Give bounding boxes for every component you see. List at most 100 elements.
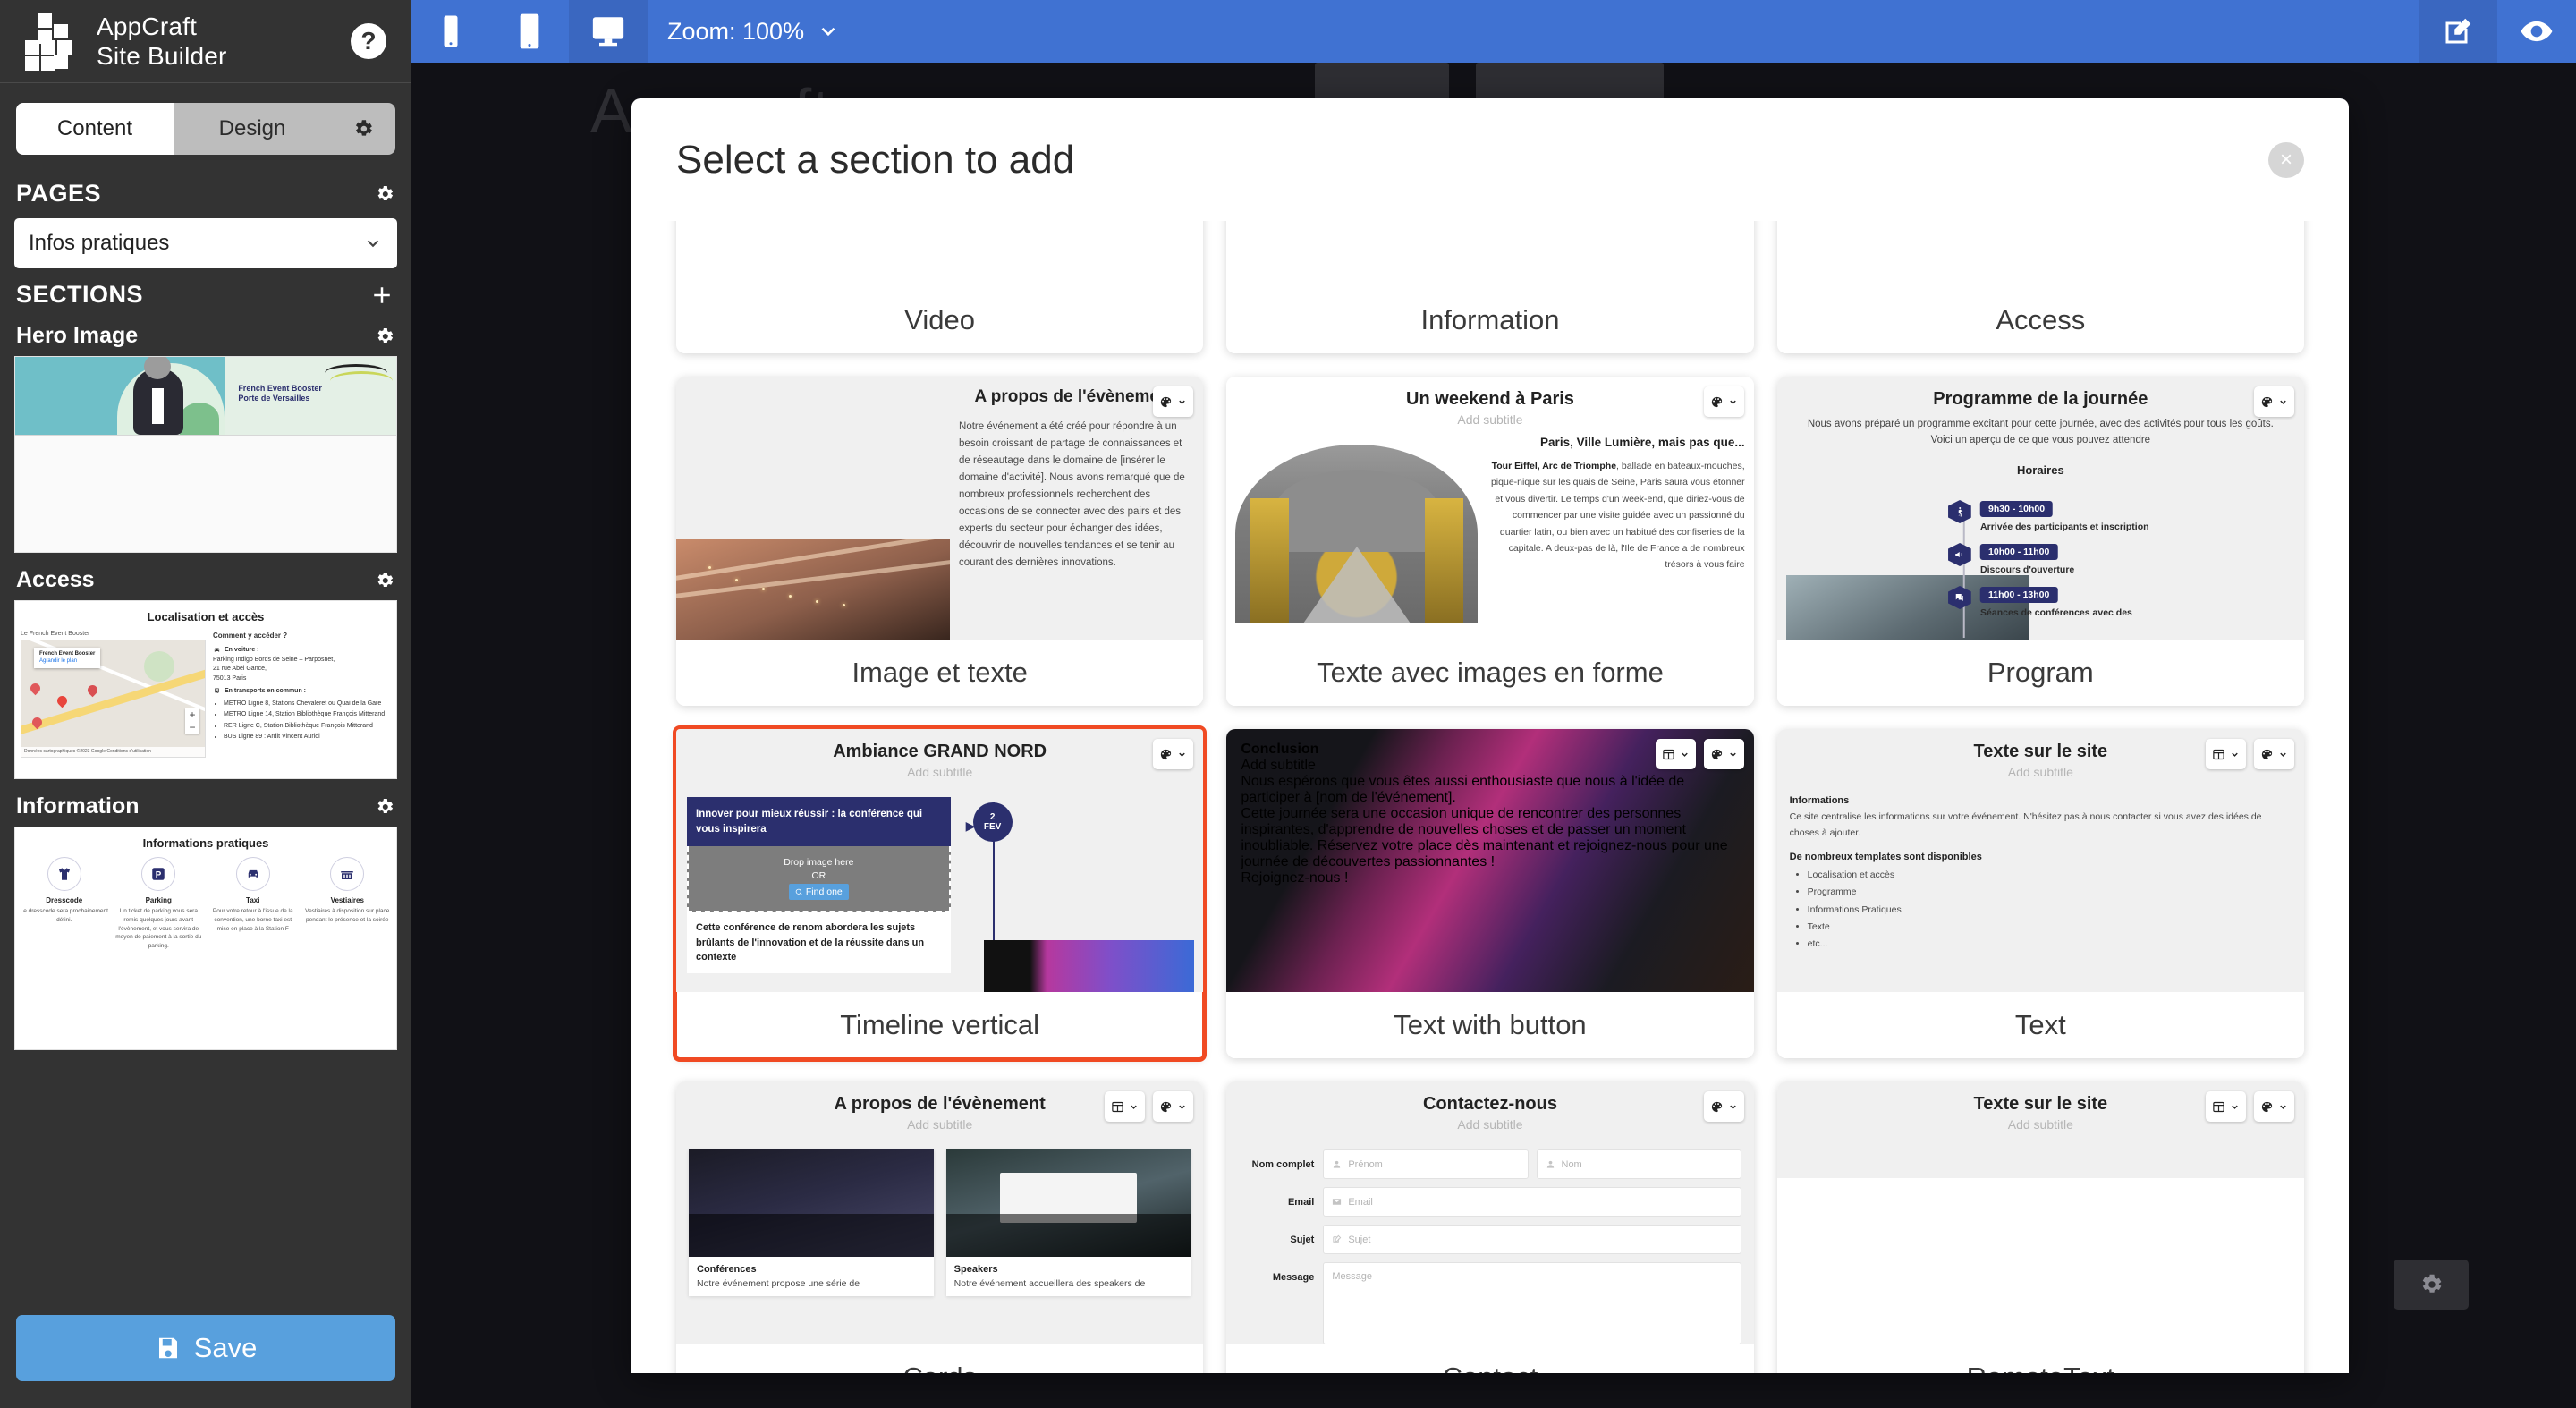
palette-icon[interactable] [1153,739,1194,769]
access-transport-label: En transports en commun : [225,688,307,694]
card-label-program: Program [1776,640,2304,706]
contact-input-sujet[interactable]: Sujet [1323,1225,1741,1254]
layout-icon[interactable] [1105,1091,1146,1122]
section-card-program[interactable]: Programme de la journée Nous avons prépa… [1776,377,2304,706]
section-card-access[interactable]: Access [1776,221,2304,353]
sidebar-settings-gear-icon[interactable] [331,103,395,155]
contact-input-prenom[interactable]: Prénom [1323,1149,1529,1179]
mobile-icon[interactable] [411,0,490,63]
layout-icon[interactable] [2205,1091,2246,1122]
wardrobe-icon [330,857,365,891]
information-settings-gear-icon[interactable] [374,796,395,818]
palette-icon[interactable] [1703,739,1744,769]
palette-icon[interactable] [1153,1091,1194,1122]
section-card-information[interactable]: en [moyen de transport], avec des précéd… [1226,221,1754,353]
map-zoom-controls[interactable]: + − [185,708,199,734]
section-card-cards[interactable]: A propos de l'évènement Add subtitle Con… [676,1081,1204,1373]
contact-field-row: Sujet Sujet [1239,1225,1741,1254]
hero-band-right: French Event Booster Porte de Versailles [225,357,396,435]
zoom-control[interactable]: Zoom: 100% [648,18,860,46]
canvas-chip-1 [1315,63,1449,102]
edit-icon[interactable] [2419,0,2497,63]
card-badges [1153,386,1194,417]
sections-heading-label: SECTIONS [16,281,144,308]
palette-icon[interactable] [1153,386,1194,417]
section-card-contact[interactable]: Contactez-nous Add subtitle Nom complet … [1226,1081,1754,1373]
timeline-date-day: 2 [989,812,996,822]
card-body-image-et-texte: Notre événement a été créé pour répondre… [959,420,1185,568]
content-card-title: Conférences [697,1264,757,1275]
text-section-heading-1: Informations [1789,795,1850,806]
hero-arc-shape-2 [330,371,394,391]
contact-input-email[interactable]: Email [1323,1187,1741,1217]
card-body-texte-avec-images: , ballade en bateaux-mouches, pique-niqu… [1490,461,1745,571]
access-transport-list: METRO Ligne 8, Stations Chevaleret ou Qu… [224,700,391,742]
top-toolbar: Zoom: 100% [411,0,2576,63]
map-infobox-link[interactable]: Agrandir le plan [39,658,77,664]
tab-design[interactable]: Design [174,103,331,155]
palette-icon[interactable] [1703,386,1744,417]
card-label-information: Information [1226,287,1754,353]
section-card-text-with-button[interactable]: Conclusion Add subtitle Nous espérons qu… [1226,729,1754,1058]
card-title-contact: Contactez-nous [1422,1094,1557,1114]
add-section-plus-icon[interactable] [369,282,395,309]
conclusion-cta-button[interactable]: Rejoignez-nous ! [1241,870,1739,886]
hero-image-settings-gear-icon[interactable] [374,326,395,347]
contact-input-nom-placeholder: Nom [1561,1158,1582,1170]
page-selector[interactable]: Infos pratiques [14,218,397,268]
section-thumbnail-hero-image[interactable]: French Event Booster Porte de Versailles [14,356,397,553]
content-card-text: Notre événement accueillera des speakers… [953,1278,1146,1289]
access-thumb-title: Localisation et accès [147,610,265,623]
eye-icon[interactable] [2497,0,2576,63]
layout-icon[interactable] [2205,739,2246,769]
help-icon[interactable]: ? [351,23,386,59]
access-thumb-map[interactable]: French Event Booster Agrandir le plan + −… [21,640,206,758]
section-thumbnail-access[interactable]: Localisation et accès Le French Event Bo… [14,600,397,779]
section-card-video[interactable]: Video [676,221,1204,353]
desktop-icon[interactable] [569,0,648,63]
layout-icon[interactable] [1655,739,1696,769]
section-card-timeline-vertical[interactable]: Ambiance GRAND NORD Add subtitle ▶ 2 FEV… [672,725,1208,1062]
access-settings-gear-icon[interactable] [374,570,395,591]
palette-icon[interactable] [1703,1091,1744,1122]
hero-thumb-body [15,436,396,552]
content-card: Speakers Notre événement accueillera des… [945,1149,1191,1296]
card-title-program: Programme de la journée [1933,389,2148,409]
contact-input-prenom-placeholder: Prénom [1348,1158,1383,1170]
program-schedule-item: 10h00 - 11h00 Discours d'ouverture [1948,543,2148,575]
palette-icon[interactable] [2253,739,2294,769]
section-card-remotetext[interactable]: Texte sur le site Add subtitle RemoteTex… [1776,1081,2304,1373]
contact-label-nom-complet: Nom complet [1251,1159,1315,1170]
palette-icon[interactable] [2253,386,2294,417]
information-item-text: Vestiaires à disposition sur place penda… [305,908,390,923]
palette-icon[interactable] [2253,1091,2294,1122]
sidebar-scroll[interactable]: PAGES Infos pratiques SECTIONS Hero Imag… [0,167,411,1295]
section-card-texte-avec-images-en-forme[interactable]: Un weekend à Paris Add subtitle Paris, V… [1226,377,1754,706]
modal-body[interactable]: Video en [moyen de transport], avec des … [631,221,2349,1373]
save-button[interactable]: Save [16,1315,395,1381]
sidebar-section-information[interactable]: Information [16,793,395,819]
access-how-title: Comment y accéder ? [213,632,288,640]
close-icon[interactable]: × [2268,141,2304,178]
tab-content[interactable]: Content [16,103,174,155]
card-preview-text: Texte sur le site Add subtitle Informati… [1776,729,2304,992]
find-image-button[interactable]: Find one [788,884,849,901]
section-card-text[interactable]: Texte sur le site Add subtitle Informati… [1776,729,2304,1058]
image-dropzone[interactable]: Drop image here OR Find one [687,846,951,913]
section-thumbnail-information[interactable]: Informations pratiques Dresscode Le dres… [14,827,397,1050]
tablet-icon[interactable] [490,0,569,63]
program-text: Discours d'ouverture [1980,564,2075,575]
sidebar-section-hero-image[interactable]: Hero Image [16,323,395,349]
card-badges [2205,1091,2294,1122]
card-body-bold-texte-avec-images: Tour Eiffel, Arc de Triomphe [1491,461,1617,471]
sidebar-section-access[interactable]: Access [16,567,395,593]
canvas-settings-gear-icon[interactable] [2394,1260,2469,1310]
contact-input-message[interactable]: Message [1323,1262,1741,1344]
contact-input-nom[interactable]: Nom [1536,1149,1741,1179]
card-preview-video [676,221,1204,287]
pages-settings-gear-icon[interactable] [374,183,395,205]
section-card-image-et-texte[interactable]: A propos de l'évènement Notre événement … [676,377,1204,706]
map-infobox-title: French Event Booster [39,651,96,657]
pages-heading-label: PAGES [16,180,102,207]
card-preview-texte-avec-images-en-forme: Un weekend à Paris Add subtitle Paris, V… [1226,377,1754,640]
